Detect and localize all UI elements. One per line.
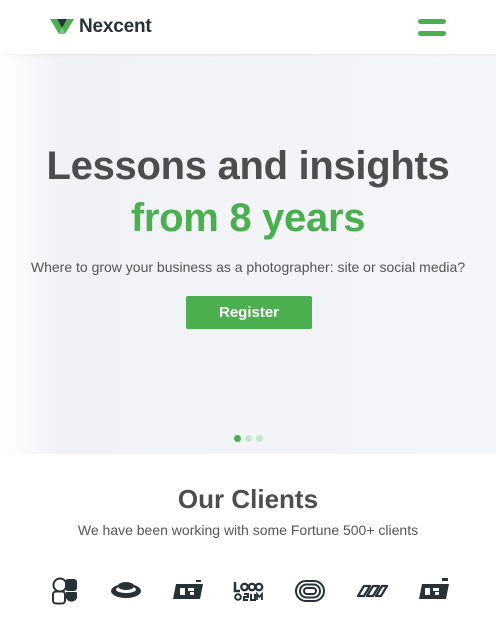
clients-title: Our Clients <box>177 484 319 514</box>
client-logo-6-icon <box>356 584 388 598</box>
hero-section: Lessons and insights from 8 years Where … <box>0 54 496 454</box>
register-button[interactable]: Register <box>186 296 312 329</box>
carousel-dot-3[interactable] <box>256 435 263 442</box>
brand-name: Nexcent <box>79 16 152 37</box>
brand[interactable]: Nexcent <box>50 16 152 38</box>
hero-title-highlight: from 8 years <box>130 196 366 240</box>
hero-subtitle: Where to grow your business as a photogr… <box>30 259 466 275</box>
top-navigation-bar: Nexcent <box>0 0 496 54</box>
clients-subtitle: We have been working with some Fortune 5… <box>77 522 419 538</box>
carousel-dot-2[interactable] <box>245 435 252 442</box>
menu-bar <box>418 18 446 24</box>
hero-title: Lessons and insights <box>46 144 450 188</box>
client-logos-row <box>50 576 450 606</box>
menu-bar <box>418 30 446 36</box>
client-logo-4-icon <box>233 582 264 601</box>
carousel-indicator <box>234 435 263 442</box>
client-logo-2-icon <box>111 582 141 598</box>
client-logo-1-icon <box>52 577 77 605</box>
client-logo-5-icon <box>295 580 325 602</box>
nexcent-logo-icon <box>50 19 74 34</box>
client-logo-7-icon <box>419 578 449 599</box>
client-logo-3-icon <box>173 580 203 599</box>
hamburger-menu-icon[interactable] <box>418 18 446 36</box>
carousel-dot-1[interactable] <box>234 435 241 442</box>
